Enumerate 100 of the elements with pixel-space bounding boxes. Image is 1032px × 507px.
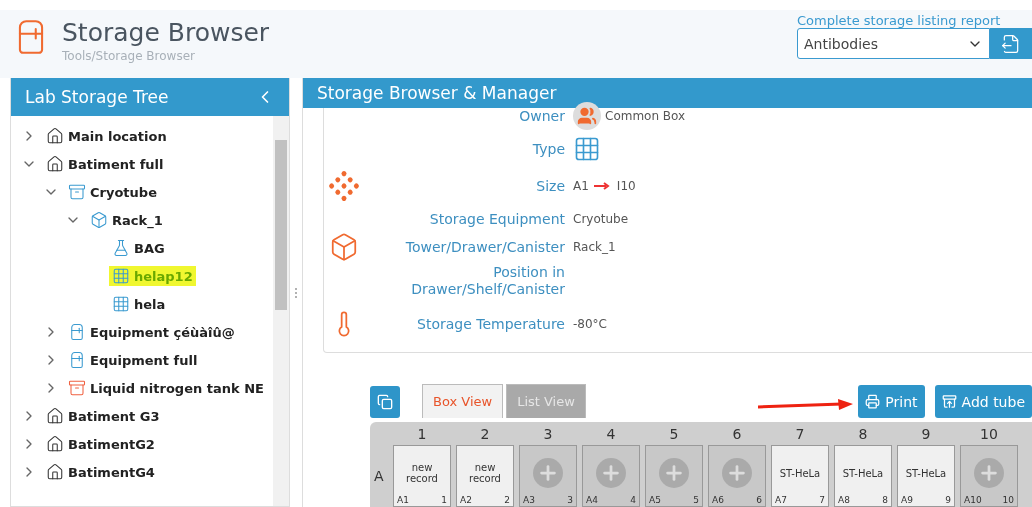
empty-slot[interactable]: A6 6 <box>708 445 766 507</box>
export-button[interactable] <box>990 28 1032 59</box>
cube-icon <box>329 232 359 262</box>
slot-label: new record <box>468 462 502 484</box>
slot-position: A1 <box>397 495 409 505</box>
page-title: Storage Browser <box>62 18 270 47</box>
slot-position: A4 <box>586 495 598 505</box>
detail-label: Size <box>535 177 565 195</box>
tree-item[interactable]: Batiment G3 <box>43 406 163 426</box>
house-icon <box>46 127 64 145</box>
empty-slot[interactable]: A5 5 <box>645 445 703 507</box>
slot-label: ST-HeLa <box>904 467 948 479</box>
column-header: 3 <box>542 426 554 442</box>
slot-label: ST-HeLa <box>778 467 822 479</box>
house-icon <box>46 407 64 425</box>
column-header: 5 <box>668 426 680 442</box>
export-file-icon <box>1001 33 1021 54</box>
slot-index: 6 <box>756 495 762 505</box>
tree-item[interactable]: Cryotube <box>65 182 160 202</box>
cube-icon <box>90 211 108 229</box>
column-header: 7 <box>794 426 806 442</box>
tree-item[interactable]: Batiment full <box>43 154 167 174</box>
slot-index: 4 <box>630 495 636 505</box>
tree-item[interactable]: Liquid nitrogen tank NE <box>65 378 267 398</box>
slot-index: 3 <box>567 495 573 505</box>
slot-index: 10 <box>1002 495 1014 505</box>
empty-slot[interactable]: A3 3 <box>519 445 577 507</box>
tree-item[interactable]: Equipment full <box>65 350 201 370</box>
scrollbar[interactable] <box>273 116 289 506</box>
slot-index: 5 <box>693 495 699 505</box>
tree-item[interactable]: hela <box>109 294 169 314</box>
grid-icon <box>112 295 130 313</box>
tree-item[interactable]: BatimentG2 <box>43 434 158 454</box>
add-icon <box>974 458 1004 488</box>
tree-item[interactable]: BAG <box>109 238 168 258</box>
detail-value: Common Box <box>605 109 686 123</box>
slot-position: A10 <box>964 495 982 505</box>
detail-label: Storage Temperature <box>416 315 565 333</box>
container-icon <box>68 183 86 201</box>
slot-index: 8 <box>882 495 888 505</box>
column-header: 4 <box>605 426 617 442</box>
tube-slot[interactable]: ST-HeLa A8 8 <box>834 445 892 507</box>
detail-label: Position in Drawer/Shelf/Canister <box>410 264 565 298</box>
empty-slot[interactable]: A10 10 <box>960 445 1018 507</box>
house-icon <box>46 435 64 453</box>
column-header: 10 <box>979 426 999 442</box>
slot-position: A8 <box>838 495 850 505</box>
copy-icon <box>377 394 393 410</box>
empty-slot[interactable]: A4 4 <box>582 445 640 507</box>
detail-label: Type <box>531 140 565 158</box>
slot-index: 1 <box>441 495 447 505</box>
slot-label: ST-HeLa <box>841 467 885 479</box>
detail-label: Tower/Drawer/Canister <box>404 238 565 256</box>
tube-slot[interactable]: ST-HeLa A9 9 <box>897 445 955 507</box>
detail-value: Cryotube <box>573 212 629 226</box>
column-header: 2 <box>479 426 491 442</box>
tree-item[interactable]: BatimentG4 <box>43 462 158 482</box>
group-avatar <box>573 102 601 130</box>
detail-value: A1 <box>573 179 589 193</box>
tube-icon <box>112 239 130 257</box>
detail-value: -80°C <box>573 317 607 331</box>
tree-item[interactable]: Equipment çéùàîû@ <box>65 322 238 342</box>
tray-icon <box>941 394 957 409</box>
slot-index: 2 <box>504 495 510 505</box>
column-header: 9 <box>920 426 932 442</box>
house-icon <box>46 155 64 173</box>
tree-item[interactable]: Rack_1 <box>87 210 166 230</box>
add-icon <box>596 458 626 488</box>
house-icon <box>46 463 64 481</box>
add-icon <box>722 458 752 488</box>
tree-item[interactable]: Main location <box>43 126 170 146</box>
grid-icon <box>112 267 130 285</box>
slot-index: 9 <box>945 495 951 505</box>
breadcrumb: Tools/Storage Browser <box>62 49 196 63</box>
column-header: 1 <box>416 426 428 442</box>
slot-position: A7 <box>775 495 787 505</box>
arrow-icon <box>758 398 855 412</box>
tube-slot[interactable]: new record A2 2 <box>456 445 514 507</box>
slot-position: A6 <box>712 495 724 505</box>
detail-label: Owner <box>518 107 565 125</box>
tube-slot[interactable]: new record A1 1 <box>393 445 451 507</box>
copy-button[interactable] <box>370 386 400 418</box>
fridge-icon <box>68 323 86 341</box>
detail-label: Storage Equipment <box>428 210 565 228</box>
panel-title: Lab Storage Tree <box>25 87 169 107</box>
report-select[interactable]: Antibodies <box>797 28 990 59</box>
slot-label: new record <box>405 462 439 484</box>
slot-index: 7 <box>819 495 825 505</box>
row-header: A <box>374 468 385 484</box>
column-header: 6 <box>731 426 743 442</box>
slot-position: A5 <box>649 495 661 505</box>
tube-slot[interactable]: ST-HeLa A7 7 <box>771 445 829 507</box>
printer-icon <box>865 394 881 409</box>
column-header: 8 <box>857 426 869 442</box>
splitter-handle-icon[interactable] <box>294 286 298 299</box>
container-icon <box>68 379 86 397</box>
detail-value: Rack_1 <box>573 240 616 254</box>
detail-value: I10 <box>616 179 636 193</box>
slot-position: A9 <box>901 495 913 505</box>
slot-position: A3 <box>523 495 535 505</box>
